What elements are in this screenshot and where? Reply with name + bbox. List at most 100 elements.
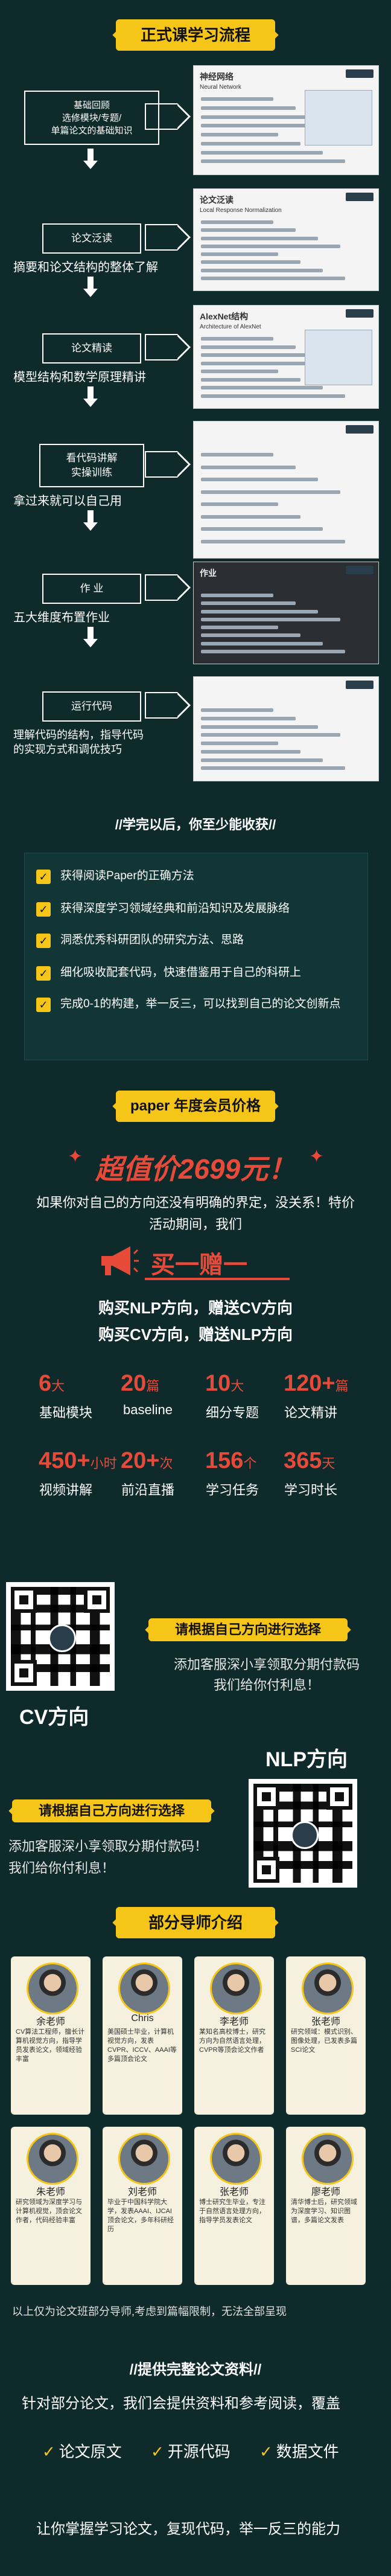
stat-unit: 个 <box>243 1456 257 1471</box>
text-line <box>201 527 323 531</box>
promo-buy-one-get-one: 买一赠一 <box>151 1252 247 1278</box>
screenshot-title: 神经网络 <box>200 72 234 82</box>
step-box: 论文精读 <box>42 333 141 364</box>
stat-unit: 篇 <box>146 1379 160 1394</box>
stat-label: 细分专题 <box>205 1405 259 1420</box>
gain-item: ✓ 获得深度学习领域经典和前沿知识及发展脉络 <box>36 900 362 918</box>
stat-label: 基础模块 <box>39 1405 92 1420</box>
step-box: 作 业 <box>42 574 141 604</box>
teacher-card: 廖老师 清华博士后，研究领域为深度学习、知识图谱，多篇论文发表 <box>286 2127 366 2285</box>
teacher-name: 张老师 <box>311 2017 340 2027</box>
logo-badge <box>346 69 374 78</box>
screenshot-title: AlexNet结构 <box>200 312 249 321</box>
teacher-name: 余老师 <box>36 2017 65 2027</box>
text-line <box>201 97 273 101</box>
right-arrow-icon <box>145 692 191 719</box>
stat-label: 论文精讲 <box>284 1405 337 1420</box>
nlp-qr-code[interactable] <box>249 1779 357 1888</box>
stat-label: 前沿直播 <box>121 1482 174 1498</box>
text-line <box>201 394 345 398</box>
choose-direction-tag-2: 请根据自己方向进行选择 <box>12 1799 211 1822</box>
resource-label: 开源代码 <box>167 2443 230 2461</box>
text-line <box>201 106 296 110</box>
step-description: 理解代码的结构，指导代码 的实现方式和调优技巧 <box>13 729 144 756</box>
teacher-card: Chris 美国硕士毕业，计算机视觉方向，发表CVPR、ICCV、AAAI等多篇顶… <box>103 1956 182 2115</box>
cv-qr-code[interactable] <box>6 1582 115 1691</box>
text-line <box>201 766 345 771</box>
stat-label: 视频讲解 <box>39 1482 92 1498</box>
resources-outro: 让你掌握学习论文，复现代码，举一反三的能力 <box>36 2521 340 2537</box>
text-line <box>201 337 273 341</box>
text-line <box>201 539 345 543</box>
offer-cv: 购买CV方向，赠送NLP方向 <box>98 1325 293 1344</box>
screenshot-subtitle: Local Response Normalization <box>200 207 282 214</box>
gains-header: //学完以后，你至少能收获// <box>115 817 276 832</box>
promo-underline <box>145 1278 290 1280</box>
stat-value: 120+ <box>284 1371 335 1396</box>
teachers-footnote: 以上仅为论文班部分导师,考虑到篇幅限制，无法全部呈现 <box>12 2305 287 2318</box>
text-line <box>201 725 318 729</box>
right-arrow-icon <box>145 334 191 360</box>
text-line <box>201 749 300 754</box>
gain-text: 获得深度学习领域经典和前沿知识及发展脉络 <box>60 902 290 915</box>
teacher-name: 李老师 <box>219 2017 249 2027</box>
stat-number: 156个 <box>205 1448 256 1474</box>
stat-unit: 大 <box>230 1379 244 1394</box>
stat-number: 6大 <box>39 1371 65 1397</box>
right-arrow-icon <box>145 451 191 478</box>
text-line <box>201 609 318 614</box>
checkbox-icon: ✓ <box>36 998 51 1012</box>
checkbox-icon: ✓ <box>36 870 51 884</box>
checkbox-icon: ✓ <box>36 902 51 917</box>
text-line <box>201 370 278 373</box>
logo-badge <box>346 193 374 201</box>
stat-number: 10大 <box>205 1371 244 1397</box>
teacher-bio: CV算法工程师，擅长计算机视觉方向，指导学员发表论文，领域经验丰富 <box>16 2028 85 2063</box>
section-title-teachers: 部分导师介绍 <box>116 1907 275 1938</box>
right-arrow-icon <box>145 103 191 130</box>
megaphone-icon <box>97 1243 139 1279</box>
logo-badge <box>346 566 374 574</box>
stat-number: 20篇 <box>121 1371 159 1397</box>
gain-text: 洞悉优秀科研团队的研究方法、思路 <box>60 934 244 946</box>
stat-value: 10 <box>205 1371 231 1396</box>
text-line <box>201 626 278 629</box>
teacher-avatar <box>118 2133 170 2185</box>
lesson-screenshot: AlexNet结构 Architecture of AlexNet <box>193 305 379 409</box>
teacher-bio: 美国硕士毕业，计算机视觉方向，发表CVPR、ICCV、AAAI等多篇顶会论文 <box>107 2028 177 2063</box>
text-line <box>201 345 296 349</box>
text-line <box>201 514 300 519</box>
stat-label: 学习任务 <box>205 1482 259 1498</box>
stat-value: 450+ <box>39 1448 91 1473</box>
text-line <box>201 708 273 712</box>
teacher-avatar <box>302 1962 354 2014</box>
text-line <box>201 490 340 494</box>
logo-badge <box>346 425 374 434</box>
step-description: 五大维度布置作业 <box>13 611 110 624</box>
lesson-screenshot: 论文泛读 Local Response Normalization <box>193 188 379 291</box>
resource-item: ✓ 数据文件 <box>259 2440 339 2462</box>
screenshot-subtitle: Neural Network <box>200 84 241 91</box>
installment-tip-2: 添加客服深小享领取分期付款码！ 我们给你付利息！ <box>8 1839 208 1876</box>
text-line <box>201 465 296 469</box>
check-icon: ✓ <box>151 2443 164 2461</box>
text-line <box>201 453 273 457</box>
screenshot-title: 论文泛读 <box>200 195 234 205</box>
installment-tip-1: 添加客服深小享领取分期付款码 我们给你付利息！ <box>173 1657 360 1693</box>
section-title-pricing: paper 年度会员价格 <box>116 1091 275 1122</box>
choose-direction-tag-1: 请根据自己方向进行选择 <box>148 1618 348 1641</box>
screenshot-subtitle: Architecture of AlexNet <box>200 324 261 330</box>
stat-label: baseline <box>123 1402 173 1417</box>
down-arrow-icon <box>83 386 98 407</box>
step-description: 模型结构和数学原理精讲 <box>13 371 146 384</box>
gain-item: ✓ 细化吸收配套代码，快速借鉴用于自己的科研上 <box>36 964 362 982</box>
gain-item: ✓ 洞悉优秀科研团队的研究方法、思路 <box>36 931 362 949</box>
stat-unit: 篇 <box>335 1379 349 1394</box>
teacher-avatar <box>210 2133 262 2185</box>
text-line <box>201 617 340 621</box>
checkbox-icon: ✓ <box>36 966 51 981</box>
qr-logo-icon <box>48 1624 76 1652</box>
step-box: 看代码讲解 实操训练 <box>39 444 144 487</box>
nlp-label: NLP方向 <box>265 1748 348 1771</box>
text-line <box>201 478 318 481</box>
